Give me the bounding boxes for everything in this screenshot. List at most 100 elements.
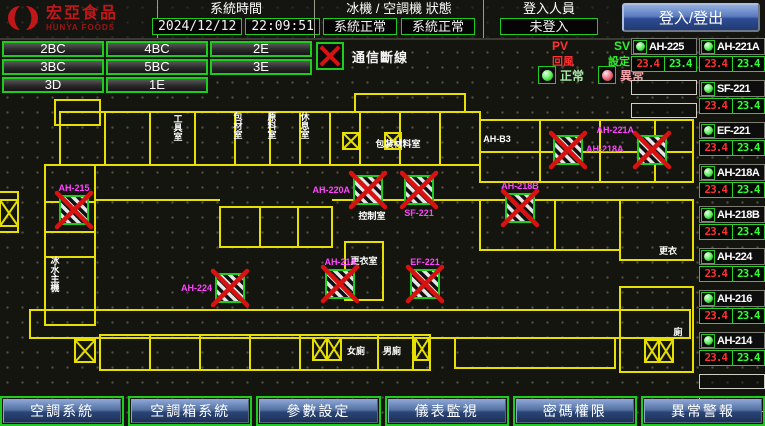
- stair-x-icon: [327, 338, 341, 360]
- pv-sv-header: PV SV 回風 設定: [552, 39, 630, 69]
- unit-pv-value: 23.4: [700, 57, 733, 71]
- room-label: 廁: [673, 326, 682, 337]
- offline-unit-marker-ah-214[interactable]: AH-214: [323, 257, 357, 301]
- nav-cell: 空調箱系統: [128, 396, 252, 426]
- offline-unit-label: AH-214: [324, 257, 355, 267]
- unit-name: AH-225: [649, 41, 684, 53]
- unit-pv-value: 23.4: [700, 267, 733, 281]
- ahu-tile-ah-224[interactable]: AH-224 23.423.4: [699, 248, 765, 282]
- unit-status-led-icon: [701, 124, 715, 138]
- offline-unit-label: AH-218B: [501, 181, 539, 191]
- nav-cell: 儀表監視: [385, 396, 509, 426]
- machine-status-label: 冰機 / 空調機 狀態: [315, 0, 483, 17]
- offline-unit-marker-ah-220a[interactable]: AH-220A: [312, 173, 385, 207]
- system-clock-value: 22:09:51: [245, 18, 320, 35]
- offline-unit-marker-ah-215[interactable]: AH-215: [57, 183, 91, 227]
- stairs-icons: [0, 133, 673, 362]
- zone-button-4bc[interactable]: 4BC: [106, 41, 208, 57]
- login-section: 登入人員 未登入: [483, 0, 614, 38]
- unit-sv-value: 23.4: [665, 57, 697, 71]
- login-user-label: 登入人員: [484, 0, 614, 17]
- unit-pv-value: 23.4: [700, 309, 733, 323]
- offline-unit-label: AH-218A: [586, 144, 624, 154]
- ahu-tile-ef-221[interactable]: EF-22123.423.4: [699, 122, 765, 156]
- stair-x-icon: [0, 200, 18, 226]
- unit-name: AH-214: [717, 335, 752, 347]
- zone-button-5bc[interactable]: 5BC: [106, 59, 208, 75]
- offline-unit-marker-ah-218a[interactable]: AH-218A: [551, 133, 624, 167]
- brand-name-en: HUNYA FOODS: [46, 23, 118, 32]
- unit-pv-value: 23.4: [700, 225, 733, 239]
- system-time-label: 系統時間: [158, 0, 314, 17]
- unit-status-led-icon: [701, 250, 715, 264]
- comm-loss-x-icon: [316, 42, 344, 70]
- nav-button-1[interactable]: 空調箱系統: [131, 399, 249, 423]
- abnormal-led-icon: [598, 66, 616, 84]
- unit-name: AH-224: [717, 251, 752, 263]
- stair-x-icon: [659, 340, 673, 362]
- unit-name: AH-221A: [717, 41, 759, 53]
- nav-button-2[interactable]: 參數設定: [259, 399, 377, 423]
- zone-button-3e[interactable]: 3E: [210, 59, 312, 75]
- brand-section: 宏亞食品 HUNYA FOODS: [0, 0, 156, 38]
- system-time-section: 系統時間 2024/12/12 22:09:51: [157, 0, 314, 38]
- room-label: 原料室: [267, 112, 276, 140]
- offline-unit-label: AH-220A: [312, 185, 350, 195]
- offline-unit-marker-sf-221[interactable]: SF-221: [402, 173, 436, 218]
- unit-name: SF-221: [717, 83, 750, 95]
- ahu-panel-column-2: AH-221A23.423.4SF-22123.423.4EF-22123.42…: [699, 38, 765, 412]
- nav-button-4[interactable]: 密碼權限: [516, 399, 634, 423]
- room-label: 冰水主機: [50, 255, 60, 293]
- top-header-bar: 宏亞食品 HUNYA FOODS 系統時間 2024/12/12 22:09:5…: [0, 0, 765, 40]
- stair-x-icon: [343, 133, 359, 149]
- ahu-tile-ah-225[interactable]: AH-225 23.423.4: [631, 38, 697, 72]
- zone-button-1e[interactable]: 1E: [106, 77, 208, 93]
- unit-pv-value: 23.4: [632, 57, 665, 71]
- sv-header: SV: [614, 39, 630, 53]
- company-logo: 宏亞食品 HUNYA FOODS: [6, 2, 118, 34]
- offline-unit-marker-ah-224[interactable]: AH-224: [181, 271, 247, 305]
- nav-button-3[interactable]: 儀表監視: [388, 399, 506, 423]
- room-label: AH-B3: [483, 134, 511, 144]
- login-logout-button[interactable]: 登入/登出: [622, 3, 760, 32]
- stair-x-icon: [415, 338, 429, 360]
- unit-sv-value: 23.4: [733, 99, 765, 113]
- unit-name: AH-216: [717, 293, 752, 305]
- offline-unit-label: AH-224: [181, 283, 212, 293]
- unit-sv-value: 23.4: [733, 309, 765, 323]
- nav-cell: 參數設定: [256, 396, 380, 426]
- unit-sv-value: 23.4: [733, 267, 765, 281]
- offline-unit-marker-ef-221[interactable]: EF-221: [408, 257, 442, 301]
- nav-button-0[interactable]: 空調系統: [3, 399, 121, 423]
- normal-led-icon: [538, 66, 556, 84]
- bottom-nav-bar: 空調系統空調箱系統參數設定儀表監視密碼權限異常警報: [0, 396, 765, 426]
- brand-logo-icon: [6, 2, 40, 34]
- unit-sv-value: 23.4: [733, 183, 765, 197]
- stair-x-icon: [645, 340, 659, 362]
- comm-loss-label: 通信斷線: [352, 47, 408, 66]
- machine-status-section: 冰機 / 空調機 狀態 系統正常 系統正常: [314, 0, 483, 38]
- offline-unit-label: AH-221A: [596, 125, 634, 135]
- login-user-value: 未登入: [500, 18, 598, 35]
- unit-sv-value: 23.4: [733, 225, 765, 239]
- unit-name: EF-221: [717, 125, 750, 137]
- comm-loss-legend: 通信斷線: [316, 42, 408, 70]
- ahu-tile-ah-218a[interactable]: AH-218A23.423.4: [699, 164, 765, 198]
- room-label: 工具室: [172, 114, 182, 142]
- zone-button-3d[interactable]: 3D: [2, 77, 104, 93]
- pv-header: PV: [552, 39, 568, 53]
- system-date-value: 2024/12/12: [152, 18, 242, 35]
- unit-status-led-icon: [701, 82, 715, 96]
- zone-button-3bc[interactable]: 3BC: [2, 59, 104, 75]
- ahu-tile-ah-216[interactable]: AH-216 23.423.4: [699, 290, 765, 324]
- unit-status-led-icon: [701, 292, 715, 306]
- ahu-tile-ah-214[interactable]: AH-21423.423.4: [699, 332, 765, 366]
- offline-unit-marker-ah-218b[interactable]: AH-218B: [501, 181, 539, 225]
- unit-pv-value: 23.4: [700, 351, 733, 365]
- ahu-tile-ah-221a[interactable]: AH-221A23.423.4: [699, 38, 765, 72]
- nav-button-5[interactable]: 異常警報: [644, 399, 762, 423]
- zone-button-2bc[interactable]: 2BC: [2, 41, 104, 57]
- ahu-tile-sf-221[interactable]: SF-22123.423.4: [699, 80, 765, 114]
- ahu-tile-ah-218b[interactable]: AH-218B23.423.4: [699, 206, 765, 240]
- zone-button-2e[interactable]: 2E: [210, 41, 312, 57]
